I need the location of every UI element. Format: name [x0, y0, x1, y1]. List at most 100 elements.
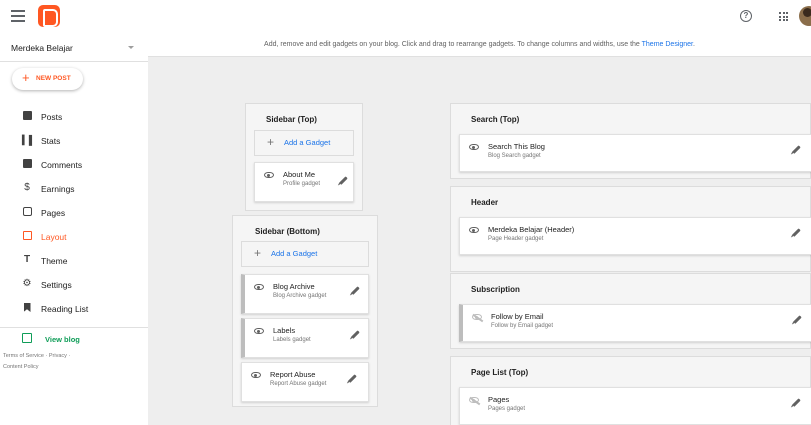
gadget-type: Page Header gadget	[488, 236, 544, 242]
section-header: Header Merdeka Belajar (Header) Page Hea…	[450, 186, 811, 272]
sidebar-item-reading-list[interactable]: Reading List	[0, 298, 148, 320]
plus-icon: +	[22, 70, 30, 85]
sidebar-item-earnings[interactable]: $ Earnings	[0, 178, 148, 200]
sidebar-item-layout[interactable]: Layout	[0, 226, 148, 248]
sidebar-item-label: Pages	[41, 208, 66, 218]
sidebar-item-settings[interactable]: ⚙ Settings	[0, 274, 148, 296]
section-title: Header	[471, 198, 499, 207]
sidebar-item-label: Reading List	[41, 304, 89, 314]
terms-link[interactable]: Terms of Service	[3, 353, 44, 359]
gadget-name: About Me	[283, 170, 316, 179]
hamburger-menu-icon[interactable]	[11, 10, 25, 22]
eye-icon[interactable]	[254, 284, 264, 290]
gadget-type: Profile gadget	[283, 181, 321, 187]
sidebar-item-stats[interactable]: ▍▌ Stats	[0, 130, 148, 152]
gadget-name: Merdeka Belajar (Header)	[488, 225, 575, 234]
theme-icon: T	[23, 254, 31, 265]
eye-off-icon[interactable]	[469, 397, 479, 403]
dollar-icon: $	[24, 182, 30, 193]
section-title: Page List (Top)	[471, 368, 529, 377]
view-blog-link[interactable]: View blog	[0, 327, 148, 347]
comments-icon	[22, 159, 32, 169]
sidebar-item-theme[interactable]: T Theme	[0, 250, 148, 272]
gadget-name: Labels	[273, 326, 296, 335]
sidebar-item-label: Layout	[41, 232, 67, 242]
gadget-name: Report Abuse	[270, 370, 316, 379]
eye-icon[interactable]	[254, 328, 264, 334]
top-app-bar: ?	[0, 0, 811, 34]
view-blog-label: View blog	[45, 335, 80, 344]
blog-selector[interactable]: Merdeka Belajar	[0, 34, 148, 62]
eye-icon[interactable]	[251, 372, 261, 378]
section-sidebar-bottom: Sidebar (Bottom) + Add a Gadget Blog Arc…	[232, 215, 378, 407]
blogger-logo-icon[interactable]	[38, 5, 60, 27]
gadget-blog-archive[interactable]: Blog Archive Blog Archive gadget	[241, 274, 369, 314]
new-post-button[interactable]: + NEW POST	[12, 68, 83, 90]
pencil-edit-icon[interactable]	[339, 176, 348, 185]
section-title: Sidebar (Top)	[266, 115, 317, 124]
layout-canvas: Add, remove and edit gadgets on your blo…	[148, 34, 811, 425]
info-end: .	[693, 41, 695, 48]
content-policy-link[interactable]: Content Policy	[3, 364, 38, 370]
gadget-type: Pages gadget	[488, 406, 526, 412]
new-post-label: NEW POST	[36, 75, 71, 82]
sidebar-item-label: Comments	[41, 160, 83, 170]
sidebar-item-posts[interactable]: Posts	[0, 106, 148, 128]
eye-icon[interactable]	[469, 227, 479, 233]
add-gadget-button[interactable]: + Add a Gadget	[241, 241, 369, 267]
sidebar-item-comments[interactable]: Comments	[0, 154, 148, 176]
section-title: Subscription	[471, 285, 520, 294]
gadget-header[interactable]: Merdeka Belajar (Header) Page Header gad…	[459, 217, 811, 255]
gadget-search-this-blog[interactable]: Search This Blog Blog Search gadget	[459, 134, 811, 172]
gadget-type: Follow by Email gadget	[491, 323, 554, 329]
add-gadget-button[interactable]: + Add a Gadget	[254, 130, 354, 156]
plus-icon: +	[267, 135, 275, 149]
pencil-edit-icon[interactable]	[348, 374, 357, 383]
gadget-name: Blog Archive	[273, 282, 315, 291]
sidebar-item-label: Posts	[41, 112, 63, 122]
privacy-link[interactable]: Privacy	[49, 353, 67, 359]
pencil-edit-icon[interactable]	[351, 330, 360, 339]
gadget-about-me[interactable]: About Me Profile gadget	[254, 162, 354, 202]
sidebar-item-label: Stats	[41, 136, 61, 146]
pencil-edit-icon[interactable]	[793, 315, 802, 324]
section-sidebar-top: Sidebar (Top) + Add a Gadget About Me Pr…	[245, 103, 363, 211]
avatar[interactable]	[799, 6, 811, 26]
info-bar: Add, remove and edit gadgets on your blo…	[148, 34, 811, 57]
gadget-type: Labels gadget	[273, 337, 311, 343]
info-text: Add, remove and edit gadgets on your blo…	[264, 41, 642, 48]
gadget-name: Follow by Email	[491, 312, 544, 321]
plus-icon: +	[254, 246, 262, 260]
gadget-type: Blog Archive gadget	[273, 293, 327, 299]
section-search-top: Search (Top) Search This Blog Blog Searc…	[450, 103, 811, 179]
footer-separator: ·	[66, 353, 71, 359]
pencil-edit-icon[interactable]	[792, 228, 801, 237]
sidebar-item-label: Earnings	[41, 184, 75, 194]
sidebar-item-pages[interactable]: Pages	[0, 202, 148, 224]
posts-icon	[22, 111, 32, 121]
stats-icon: ▍▌	[22, 135, 36, 145]
gadget-labels[interactable]: Labels Labels gadget	[241, 318, 369, 358]
help-circle-icon[interactable]: ?	[740, 10, 752, 22]
open-external-icon	[22, 333, 32, 343]
eye-icon[interactable]	[469, 144, 479, 150]
gadget-type: Blog Search gadget	[488, 153, 541, 159]
eye-off-icon[interactable]	[472, 314, 482, 320]
section-subscription: Subscription Follow by Email Follow by E…	[450, 273, 811, 349]
apps-grid-icon[interactable]	[779, 12, 788, 21]
bookmark-icon	[22, 303, 32, 313]
eye-icon[interactable]	[264, 172, 274, 178]
pencil-edit-icon[interactable]	[351, 286, 360, 295]
gadget-follow-by-email[interactable]: Follow by Email Follow by Email gadget	[459, 304, 811, 342]
theme-designer-link[interactable]: Theme Designer	[642, 41, 693, 48]
pencil-edit-icon[interactable]	[792, 145, 801, 154]
sidebar-item-label: Settings	[41, 280, 72, 290]
pages-icon	[22, 207, 32, 217]
pencil-edit-icon[interactable]	[792, 398, 801, 407]
gadget-pages[interactable]: Pages Pages gadget	[459, 387, 811, 425]
gadget-name: Pages	[488, 395, 510, 404]
add-gadget-label: Add a Gadget	[284, 138, 331, 147]
caret-down-icon	[128, 46, 134, 49]
section-page-list-top: Page List (Top) Pages Pages gadget	[450, 356, 811, 425]
gadget-report-abuse[interactable]: Report Abuse Report Abuse gadget	[241, 362, 369, 402]
